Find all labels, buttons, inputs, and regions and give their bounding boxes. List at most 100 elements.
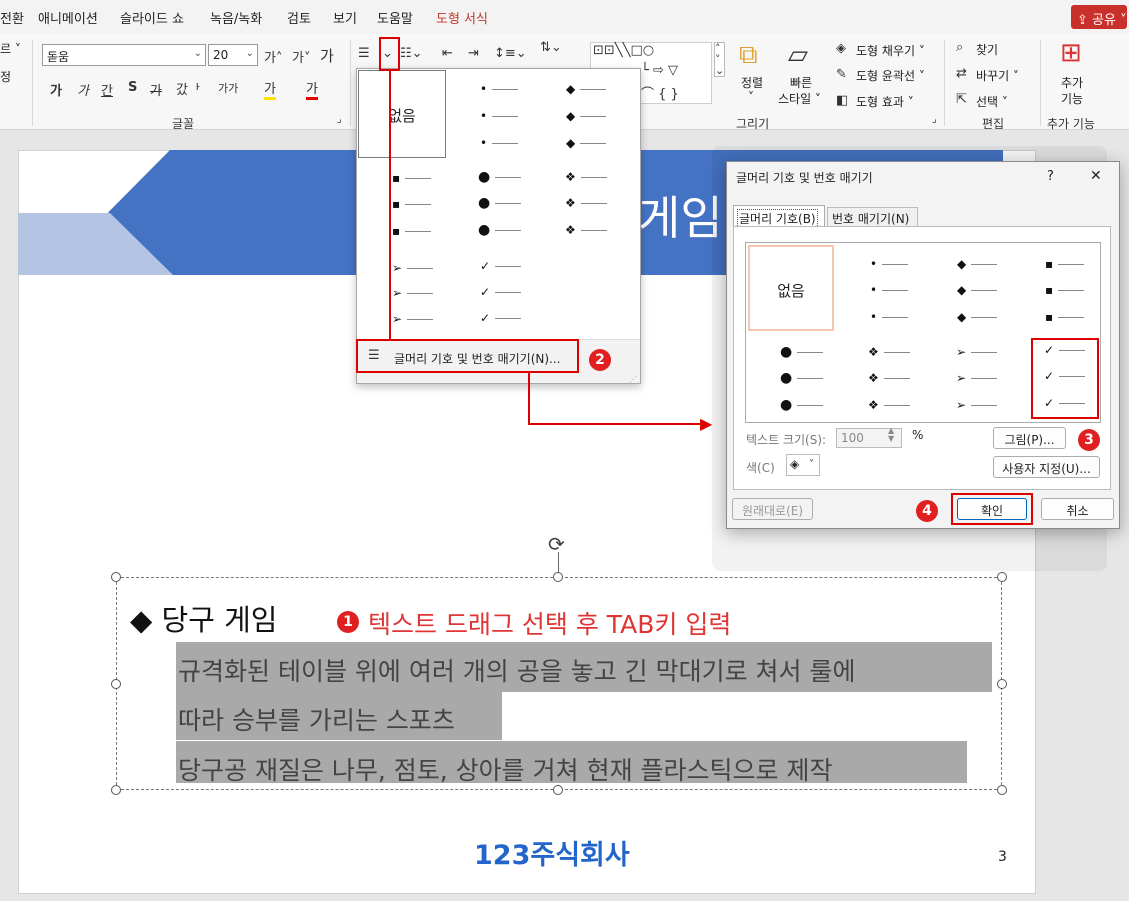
body-text-line[interactable]: 따라 승부를 가리는 스포츠 xyxy=(178,701,455,737)
font-name-combo[interactable]: 돋움 ⌄ xyxy=(42,44,206,66)
bullets-icon[interactable]: ☰ xyxy=(358,46,370,61)
select-pointer-icon[interactable]: ⇱ xyxy=(956,92,967,107)
highlight-box-check-option xyxy=(1031,338,1099,419)
bullet-option-none[interactable]: 없음 xyxy=(358,70,446,158)
add-ins-label-1[interactable]: 추가 xyxy=(1061,74,1083,91)
decrease-indent-icon[interactable]: ⇤ xyxy=(442,46,453,61)
underline-button[interactable]: 간 xyxy=(101,80,113,99)
search-icon[interactable]: ⌕ xyxy=(956,40,963,55)
shape-effects-icon[interactable]: ◧ xyxy=(836,93,848,108)
arrange-icon[interactable]: ⧉ xyxy=(739,40,758,71)
quick-styles-icon[interactable]: ▱ xyxy=(788,40,808,70)
strikethrough-button[interactable]: 가 xyxy=(150,80,162,99)
dialog-bullet-option-star[interactable]: ❖ xyxy=(868,345,910,359)
bullet-option-large-dot[interactable]: ● xyxy=(478,169,522,185)
resize-handle-ne[interactable] xyxy=(997,572,1007,582)
resize-handle-sw[interactable] xyxy=(111,785,121,795)
shadow-button[interactable]: S xyxy=(128,80,137,95)
shape-outline-label[interactable]: 도형 윤곽선 ˅ xyxy=(856,67,925,84)
dialog-bullet-option-square[interactable]: ▪ xyxy=(1045,257,1085,271)
slide-title[interactable]: 게임 xyxy=(638,182,723,248)
resize-handle-w[interactable] xyxy=(111,679,121,689)
find-label[interactable]: 찾기 xyxy=(976,41,998,58)
add-ins-label-2[interactable]: 기능 xyxy=(1061,90,1083,107)
dialog-launcher-icon[interactable]: ⌟ xyxy=(337,114,342,125)
font-size-combo[interactable]: 20 ⌄ xyxy=(208,44,258,66)
ribbon-partial-left-2[interactable]: 정 xyxy=(0,68,11,85)
line-spacing-icon[interactable]: ↕≡⌄ xyxy=(494,46,527,61)
gallery-scroll-icon[interactable]: ˄ ˅ ⌄ xyxy=(714,42,726,77)
customize-button[interactable]: 사용자 지정(U)... xyxy=(993,456,1100,478)
replace-label[interactable]: 바꾸기 ˅ xyxy=(976,67,1019,84)
resize-handle-e[interactable] xyxy=(997,679,1007,689)
text-size-label: 텍스트 크기(S): xyxy=(746,433,827,447)
cancel-button[interactable]: 취소 xyxy=(1041,498,1114,520)
bullet-option-diamond[interactable]: ◆ xyxy=(566,82,607,96)
bullet-option-star[interactable]: ❖ xyxy=(565,170,607,184)
dialog-launcher-icon[interactable]: ⌟ xyxy=(932,114,937,125)
menu-animations[interactable]: 애니메이션 xyxy=(38,8,98,27)
add-ins-icon[interactable]: ⊞ xyxy=(1060,38,1082,68)
reset-button[interactable]: 원래대로(E) xyxy=(732,498,813,520)
font-size-value: 20 xyxy=(213,48,229,62)
dialog-bullet-option-diamond[interactable]: ◆ xyxy=(957,257,998,271)
clear-format-button[interactable]: 가 xyxy=(320,45,334,66)
menu-view[interactable]: 보기 xyxy=(333,8,357,27)
shapes-row2-icon[interactable]: └ ⇨ ▽ xyxy=(641,63,678,78)
resize-handle-nw[interactable] xyxy=(111,572,121,582)
spinner-arrows-icon[interactable]: ▲ ▼ xyxy=(888,427,894,443)
menu-transitions[interactable]: 전환 xyxy=(0,8,24,27)
resize-grip-icon[interactable]: ⋰ xyxy=(629,375,637,384)
rotate-handle-icon[interactable]: ⟳ xyxy=(548,532,565,556)
dialog-bullet-option-arrow[interactable]: ➢ xyxy=(956,345,998,359)
shapes-row3-icon[interactable]: ⌒ { } xyxy=(641,83,679,102)
resize-handle-se[interactable] xyxy=(997,785,1007,795)
color-picker-button[interactable]: ◈ ˅ xyxy=(786,454,820,476)
dialog-bullet-option-large-dot[interactable]: ● xyxy=(780,344,824,360)
menu-slideshow[interactable]: 슬라이드 쇼 xyxy=(120,8,184,27)
change-case-button[interactable]: 가가 xyxy=(218,80,238,96)
dialog-bullet-option-none[interactable]: 없음 xyxy=(748,245,834,331)
close-icon[interactable]: ✕ xyxy=(1090,168,1102,184)
bullet-option-check[interactable]: ✓ xyxy=(480,259,522,273)
body-text-line[interactable]: 규격화된 테이블 위에 여러 개의 공을 놓고 긴 막대기로 쳐서 룰에 xyxy=(178,652,855,688)
bullet-option-arrow[interactable]: ➢ xyxy=(392,261,434,275)
bullet-heading[interactable]: ◆ 당구 게임 xyxy=(130,597,277,639)
bullet-option-small-dot[interactable]: • xyxy=(480,82,519,96)
font-shrink-button[interactable]: 가˅ xyxy=(292,47,310,66)
char-spacing-button[interactable]: 갔ᅡ xyxy=(176,79,200,98)
menu-record[interactable]: 녹음/녹화 xyxy=(210,8,262,27)
ribbon-partial-left-1[interactable]: 르 ˅ xyxy=(0,40,21,57)
shape-effects-label[interactable]: 도형 효과 ˅ xyxy=(856,93,914,110)
help-button[interactable]: ? xyxy=(1047,169,1054,184)
quick-styles-label-2[interactable]: 스타일 ˅ xyxy=(778,90,821,107)
menu-help[interactable]: 도움말 xyxy=(377,8,413,27)
highlight-box-ok-button xyxy=(951,493,1033,525)
highlight-button[interactable]: 가 xyxy=(264,78,276,100)
dialog-bullet-option-small-dot[interactable]: • xyxy=(870,257,909,271)
increase-indent-icon[interactable]: ⇥ xyxy=(468,46,479,61)
shapes-row1-icon[interactable]: ⊡⊡╲╲□○ xyxy=(593,43,654,58)
share-button[interactable]: ⇪ 공유 ˅ xyxy=(1071,5,1127,29)
resize-handle-n[interactable] xyxy=(553,572,563,582)
italic-button[interactable]: 가 xyxy=(77,80,89,99)
quick-styles-label-1[interactable]: 빠른 xyxy=(790,74,812,91)
select-label[interactable]: 선택 ˅ xyxy=(976,93,1008,110)
menu-shape-format[interactable]: 도형 서식 xyxy=(436,8,488,27)
replace-icon[interactable]: ⇄ xyxy=(956,66,967,81)
arrange-label[interactable]: 정렬 xyxy=(741,74,763,91)
font-color-button[interactable]: 가 xyxy=(306,78,318,100)
picture-button[interactable]: 그림(P)... xyxy=(993,427,1066,449)
numbering-icon[interactable]: ☷⌄ xyxy=(400,46,423,61)
bold-button[interactable]: 가 xyxy=(50,80,62,99)
chevron-down-icon: ⌄ xyxy=(245,48,254,59)
shape-fill-icon[interactable]: ◈ xyxy=(836,41,846,56)
font-name-value: 돋움 xyxy=(47,50,70,64)
text-direction-icon[interactable]: ⇅⌄ xyxy=(540,40,562,55)
body-text-line[interactable]: 당구공 재질은 나무, 점토, 상아를 거쳐 현재 플라스틱으로 제작 xyxy=(178,751,832,787)
font-grow-button[interactable]: 가˄ xyxy=(264,47,282,66)
bullet-option-square[interactable]: ▪ xyxy=(392,171,432,185)
shape-outline-icon[interactable]: ✎ xyxy=(836,67,847,82)
shape-fill-label[interactable]: 도형 채우기 ˅ xyxy=(856,42,925,59)
menu-review[interactable]: 검토 xyxy=(287,8,311,27)
